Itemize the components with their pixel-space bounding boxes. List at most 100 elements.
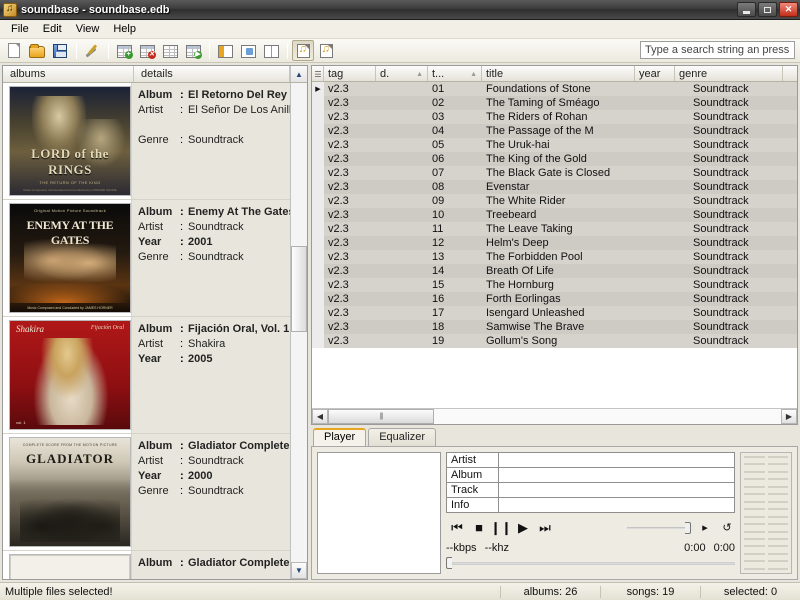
time-total: 0:00 bbox=[714, 542, 735, 554]
previous-button[interactable]: ⏮ bbox=[446, 518, 468, 538]
menu-file[interactable]: File bbox=[4, 21, 36, 37]
minimize-button[interactable] bbox=[737, 2, 756, 17]
hscroll-left-button[interactable]: ◀ bbox=[312, 409, 328, 424]
open-file-button[interactable] bbox=[26, 40, 48, 61]
application-window: soundbase - soundbase.edb ✕ File Edit Vi… bbox=[0, 0, 800, 600]
track-cell-tag: v2.3 bbox=[324, 293, 376, 305]
tracks-header-genre[interactable]: genre bbox=[675, 66, 783, 81]
split-pane-button[interactable] bbox=[260, 40, 282, 61]
tracks-horizontal-scrollbar[interactable]: ◀ ||| ▶ bbox=[312, 408, 797, 424]
menu-view[interactable]: View bbox=[69, 21, 107, 37]
time-elapsed: 0:00 bbox=[684, 542, 705, 554]
volume-slider[interactable] bbox=[627, 521, 691, 535]
hscroll-right-button[interactable]: ▶ bbox=[781, 409, 797, 424]
track-cell-tag: v2.3 bbox=[324, 83, 376, 95]
albums-scrollbar-track[interactable] bbox=[291, 83, 307, 562]
tag-write-button[interactable] bbox=[315, 40, 337, 61]
close-button[interactable]: ✕ bbox=[779, 2, 798, 17]
grid-export-button[interactable]: ▶ bbox=[182, 40, 204, 61]
track-row[interactable]: v2.314Breath Of LifeSoundtrack bbox=[312, 264, 797, 278]
maximize-button[interactable] bbox=[758, 2, 777, 17]
playlist-next-icon[interactable]: ▸ bbox=[697, 521, 713, 534]
album-list-item[interactable]: Album : Gladiator Complete Score ... bbox=[3, 551, 290, 579]
albums-scroll-up-button[interactable]: ▲ bbox=[290, 66, 307, 82]
tab-player[interactable]: Player bbox=[313, 428, 366, 446]
meta-key: Genre bbox=[138, 484, 180, 499]
meta-key: Year bbox=[138, 352, 180, 367]
meta-value: Enemy At The Gates bbox=[188, 205, 290, 220]
player-info-value bbox=[499, 498, 734, 512]
track-row[interactable]: v2.302The Taming of SméagoSoundtrack bbox=[312, 96, 797, 110]
left-panel-icon bbox=[218, 45, 233, 58]
album-list-item[interactable]: Original Motion Picture Soundtrack ENEMY… bbox=[3, 200, 290, 317]
album-list-item[interactable]: Shakira Fijación Oral vol. 1 Album : Fij… bbox=[3, 317, 290, 434]
tracks-header-tag[interactable]: tag bbox=[324, 66, 376, 81]
repeat-icon[interactable]: ↺ bbox=[719, 521, 735, 534]
next-button[interactable]: ⏭ bbox=[534, 518, 556, 538]
track-row[interactable]: v2.307The Black Gate is ClosedSoundtrack bbox=[312, 166, 797, 180]
play-button[interactable]: ▶ bbox=[512, 518, 534, 538]
tracks-header-track[interactable]: t... ▲ bbox=[428, 66, 482, 81]
track-row[interactable]: v2.315The HornburgSoundtrack bbox=[312, 278, 797, 292]
track-row[interactable]: v2.316Forth EorlingasSoundtrack bbox=[312, 292, 797, 306]
seek-slider[interactable] bbox=[446, 557, 735, 569]
tab-equalizer[interactable]: Equalizer bbox=[368, 428, 436, 446]
track-row[interactable]: v2.319Gollum's SongSoundtrack bbox=[312, 334, 797, 348]
track-row[interactable]: v2.311The Leave TakingSoundtrack bbox=[312, 222, 797, 236]
albums-scroll-area[interactable]: LORD of the RINGS THE RETURN OF THE KING… bbox=[3, 83, 290, 579]
meta-value: El Retorno Del Rey bbox=[188, 88, 290, 103]
track-row[interactable]: v2.310TreebeardSoundtrack bbox=[312, 208, 797, 222]
track-cell-tag: v2.3 bbox=[324, 279, 376, 291]
track-cell-title: Forth Eorlingas bbox=[482, 293, 649, 305]
new-file-button[interactable] bbox=[3, 40, 25, 61]
track-cell-genre: Soundtrack bbox=[689, 209, 797, 221]
hscroll-track[interactable]: ||| bbox=[328, 409, 781, 424]
save-file-button[interactable] bbox=[49, 40, 71, 61]
tools-button[interactable] bbox=[81, 40, 103, 61]
album-details: Album : Enemy At The Gates Artist : Soun… bbox=[131, 200, 290, 316]
track-row[interactable]: v2.308EvenstarSoundtrack bbox=[312, 180, 797, 194]
track-row[interactable]: v2.305The Uruk-haiSoundtrack bbox=[312, 138, 797, 152]
left-pane-button[interactable] bbox=[214, 40, 236, 61]
album-list-item[interactable]: COMPLETE SCORE FROM THE MOTION PICTURE G… bbox=[3, 434, 290, 551]
tracks-header-disc[interactable]: d. ▲ bbox=[376, 66, 428, 81]
albums-vertical-scrollbar[interactable]: ▼ bbox=[290, 83, 307, 579]
track-row[interactable]: ▶v2.301Foundations of StoneSoundtrack bbox=[312, 82, 797, 96]
search-input[interactable] bbox=[640, 41, 795, 59]
player-info-row: Artist bbox=[447, 453, 734, 468]
tracks-select-all-header[interactable]: ☰ bbox=[312, 66, 324, 81]
preview-pane-button[interactable] bbox=[237, 40, 259, 61]
album-cover-art: Original Motion Picture Soundtrack ENEMY… bbox=[9, 203, 131, 313]
track-row[interactable]: v2.313The Forbidden PoolSoundtrack bbox=[312, 250, 797, 264]
grid-view-button[interactable] bbox=[159, 40, 181, 61]
track-row[interactable]: v2.309The White RiderSoundtrack bbox=[312, 194, 797, 208]
track-row[interactable]: v2.317Isengard UnleashedSoundtrack bbox=[312, 306, 797, 320]
tracks-header-year[interactable]: year bbox=[635, 66, 675, 81]
meta-colon: : bbox=[180, 484, 188, 499]
stop-button[interactable]: ■ bbox=[468, 518, 490, 538]
meta-value: Soundtrack bbox=[188, 133, 290, 148]
player-info-label: Artist bbox=[447, 453, 499, 467]
hscroll-thumb[interactable]: ||| bbox=[328, 409, 434, 424]
track-row[interactable]: v2.303The Riders of RohanSoundtrack bbox=[312, 110, 797, 124]
album-list-item[interactable]: LORD of the RINGS THE RETURN OF THE KING… bbox=[3, 83, 290, 200]
details-column-header[interactable]: details bbox=[134, 66, 290, 82]
track-row[interactable]: v2.304The Passage of the MSoundtrack bbox=[312, 124, 797, 138]
sort-ascending-icon: ▲ bbox=[416, 71, 423, 78]
menu-help[interactable]: Help bbox=[106, 21, 143, 37]
delete-row-button[interactable]: ✕ bbox=[136, 40, 158, 61]
track-row[interactable]: v2.318Samwise The BraveSoundtrack bbox=[312, 320, 797, 334]
add-row-button[interactable]: + bbox=[113, 40, 135, 61]
pause-button[interactable]: ❙❙ bbox=[490, 518, 512, 538]
vu-segment bbox=[768, 456, 789, 458]
menu-edit[interactable]: Edit bbox=[36, 21, 69, 37]
albums-scrollbar-thumb[interactable] bbox=[291, 246, 307, 332]
tracks-header-title[interactable]: title bbox=[482, 66, 635, 81]
tag-read-button[interactable] bbox=[292, 40, 314, 61]
albums-scroll-down-button[interactable]: ▼ bbox=[291, 562, 307, 579]
title-bar: soundbase - soundbase.edb ✕ bbox=[0, 0, 800, 20]
track-row[interactable]: v2.312Helm's DeepSoundtrack bbox=[312, 236, 797, 250]
albums-column-header[interactable]: albums bbox=[3, 66, 134, 82]
track-row[interactable]: v2.306The King of the GoldSoundtrack bbox=[312, 152, 797, 166]
tracks-body[interactable]: ▶v2.301Foundations of StoneSoundtrackv2.… bbox=[312, 82, 797, 408]
